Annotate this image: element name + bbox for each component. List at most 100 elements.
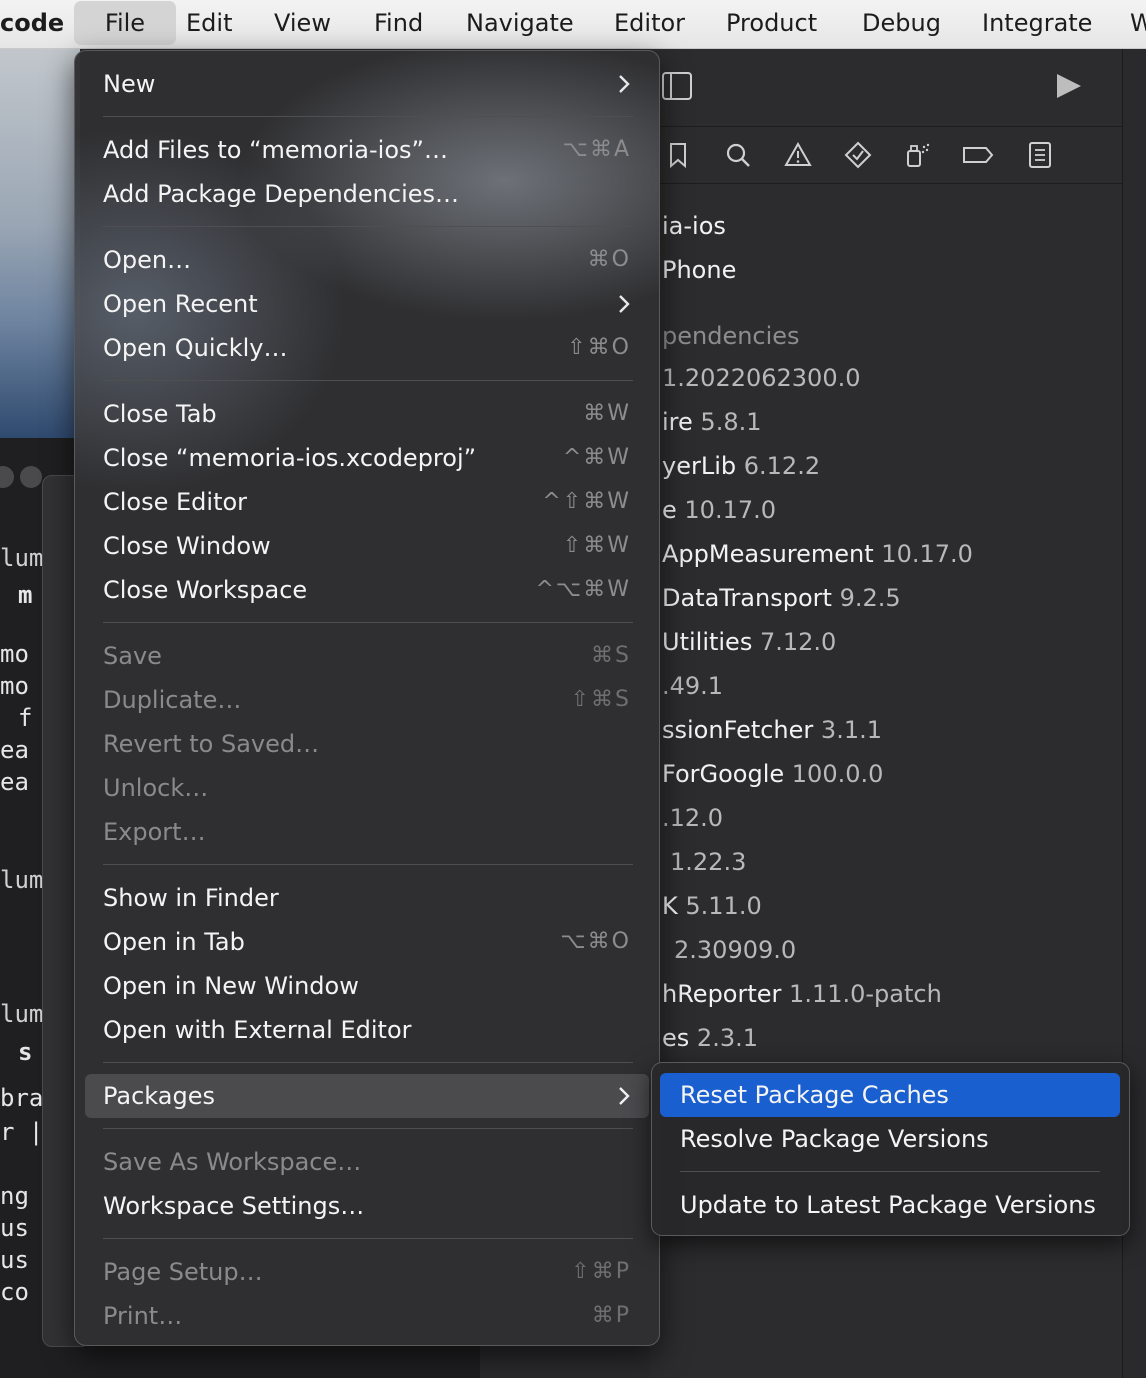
desktop-wallpaper <box>0 48 80 438</box>
menu-separator <box>103 1062 633 1063</box>
code-fragment: co <box>0 1278 29 1306</box>
menu-item-label: Open in Tab <box>103 928 245 956</box>
shortcut-label: ⌘W <box>583 401 631 426</box>
menu-item-add-files[interactable]: Add Files to “memoria-ios”… ⌥⌘A <box>75 128 659 172</box>
dependency-row[interactable]: DataTransport 9.2.5 <box>662 584 901 612</box>
menu-item-label: Page Setup… <box>103 1258 263 1286</box>
menu-item-open-recent[interactable]: Open Recent <box>75 282 659 326</box>
menu-item-update-to-latest-package-versions[interactable]: Update to Latest Package Versions <box>660 1183 1120 1227</box>
dependency-row[interactable]: 1.22.3 <box>670 848 746 876</box>
warning-icon[interactable] <box>784 141 812 169</box>
window-control-dot[interactable] <box>20 466 42 488</box>
menubar-product[interactable]: Product <box>726 0 817 46</box>
dependency-row[interactable]: .12.0 <box>662 804 723 832</box>
menubar-debug[interactable]: Debug <box>862 0 941 46</box>
menubar-view[interactable]: View <box>274 0 331 46</box>
menu-separator <box>103 116 633 117</box>
shortcut-label: ⌘P <box>591 1303 631 1328</box>
code-fragment: s <box>18 1038 33 1066</box>
dependency-row[interactable]: 1.2022062300.0 <box>662 364 861 392</box>
breakpoint-icon[interactable] <box>962 141 994 169</box>
menu-item-label: Open Recent <box>103 290 258 318</box>
menu-item-duplicate: Duplicate… ⇧⌘S <box>75 678 659 722</box>
menu-item-new[interactable]: New <box>75 62 659 106</box>
menubar-app-name[interactable]: code <box>0 0 64 46</box>
menu-item-label: Show in Finder <box>103 884 279 912</box>
menu-item-close-tab[interactable]: Close Tab ⌘W <box>75 392 659 436</box>
menu-item-open-in-new-window[interactable]: Open in New Window <box>75 964 659 1008</box>
dependency-row[interactable]: 2.30909.0 <box>674 936 796 964</box>
menu-item-label: Print… <box>103 1302 183 1330</box>
menu-item-open-with-external-editor[interactable]: Open with External Editor <box>75 1008 659 1052</box>
dependency-row[interactable]: ire 5.8.1 <box>662 408 762 436</box>
debug-spray-icon[interactable] <box>904 141 932 169</box>
menu-item-close-window[interactable]: Close Window ⇧⌘W <box>75 524 659 568</box>
chevron-right-icon <box>619 1087 630 1105</box>
menubar-file[interactable]: File <box>74 1 176 45</box>
code-fragment: mo <box>0 672 29 700</box>
menu-item-packages[interactable]: Packages <box>85 1074 649 1118</box>
tree-row[interactable]: Phone <box>662 256 736 284</box>
code-fragment: m <box>18 581 33 609</box>
file-menu: New Add Files to “memoria-ios”… ⌥⌘A Add … <box>74 50 660 1346</box>
menu-item-open-quickly[interactable]: Open Quickly… ⇧⌘O <box>75 326 659 370</box>
menu-item-workspace-settings[interactable]: Workspace Settings… <box>75 1184 659 1228</box>
menu-item-label: Resolve Package Versions <box>680 1125 989 1153</box>
dependency-row[interactable]: es 2.3.1 <box>662 1024 758 1052</box>
test-diamond-icon[interactable] <box>844 141 872 169</box>
code-fragment: lum <box>0 544 44 572</box>
dependency-row[interactable]: AppMeasurement 10.17.0 <box>662 540 973 568</box>
run-icon[interactable] <box>1054 72 1084 100</box>
shortcut-label: ⌥⌘A <box>562 137 631 162</box>
bookmark-icon[interactable] <box>664 141 692 169</box>
menubar-editor[interactable]: Editor <box>614 0 685 46</box>
menu-item-label: Add Package Dependencies… <box>103 180 460 208</box>
menu-item-label: Close Workspace <box>103 576 308 604</box>
menu-item-resolve-package-versions[interactable]: Resolve Package Versions <box>660 1117 1120 1161</box>
menubar-edit[interactable]: Edit <box>186 0 232 46</box>
menu-item-add-package-dependencies[interactable]: Add Package Dependencies… <box>75 172 659 216</box>
dependency-row[interactable]: .49.1 <box>662 672 723 700</box>
dependency-row[interactable]: ForGoogle 100.0.0 <box>662 760 883 788</box>
menubar: code File Edit View Find Navigate Editor… <box>0 0 1146 49</box>
menu-item-save: Save ⌘S <box>75 634 659 678</box>
shortcut-label: ⇧⌘O <box>567 335 631 360</box>
menubar-window[interactable]: W <box>1130 0 1146 46</box>
tree-row[interactable]: ia-ios <box>662 212 726 240</box>
menu-item-reset-package-caches[interactable]: Reset Package Caches <box>660 1073 1120 1117</box>
menubar-find[interactable]: Find <box>374 0 423 46</box>
code-fragment: ng <box>0 1182 29 1210</box>
code-fragment: ea <box>0 768 29 796</box>
menu-item-close-project[interactable]: Close “memoria-ios.xcodeproj” ^⌘W <box>75 436 659 480</box>
packages-submenu: Reset Package Caches Resolve Package Ver… <box>651 1062 1130 1236</box>
menu-item-close-workspace[interactable]: Close Workspace ^⌥⌘W <box>75 568 659 612</box>
dependency-row[interactable]: e 10.17.0 <box>662 496 776 524</box>
menu-item-label: Close Editor <box>103 488 248 516</box>
menu-item-open-in-tab[interactable]: Open in Tab ⌥⌘O <box>75 920 659 964</box>
menu-item-label: Open Quickly… <box>103 334 288 362</box>
sidebar-toggle-icon[interactable] <box>662 72 692 100</box>
dependency-row[interactable]: Utilities 7.12.0 <box>662 628 836 656</box>
menu-separator <box>103 864 633 865</box>
menu-item-label: Reset Package Caches <box>680 1081 949 1109</box>
search-icon[interactable] <box>724 141 752 169</box>
menu-item-show-in-finder[interactable]: Show in Finder <box>75 876 659 920</box>
menubar-navigate[interactable]: Navigate <box>466 0 574 46</box>
navigator-toolbar <box>650 48 1122 127</box>
code-fragment: bra <box>0 1084 44 1112</box>
menu-item-open[interactable]: Open… ⌘O <box>75 238 659 282</box>
menu-item-close-editor[interactable]: Close Editor ^⇧⌘W <box>75 480 659 524</box>
dependency-row[interactable]: hReporter 1.11.0-patch <box>662 980 942 1008</box>
chevron-right-icon <box>619 75 630 93</box>
dependency-row[interactable]: yerLib 6.12.2 <box>662 452 820 480</box>
menu-item-label: Save <box>103 642 162 670</box>
dependencies-header[interactable]: pendencies <box>662 322 800 350</box>
code-fragment: mo <box>0 640 29 668</box>
code-fragment: f <box>18 704 33 732</box>
dependency-row[interactable]: ssionFetcher 3.1.1 <box>662 716 882 744</box>
menubar-integrate[interactable]: Integrate <box>982 0 1092 46</box>
menu-separator <box>103 622 633 623</box>
menu-item-label: Export… <box>103 818 206 846</box>
dependency-row[interactable]: K 5.11.0 <box>662 892 762 920</box>
report-icon[interactable] <box>1026 141 1054 169</box>
